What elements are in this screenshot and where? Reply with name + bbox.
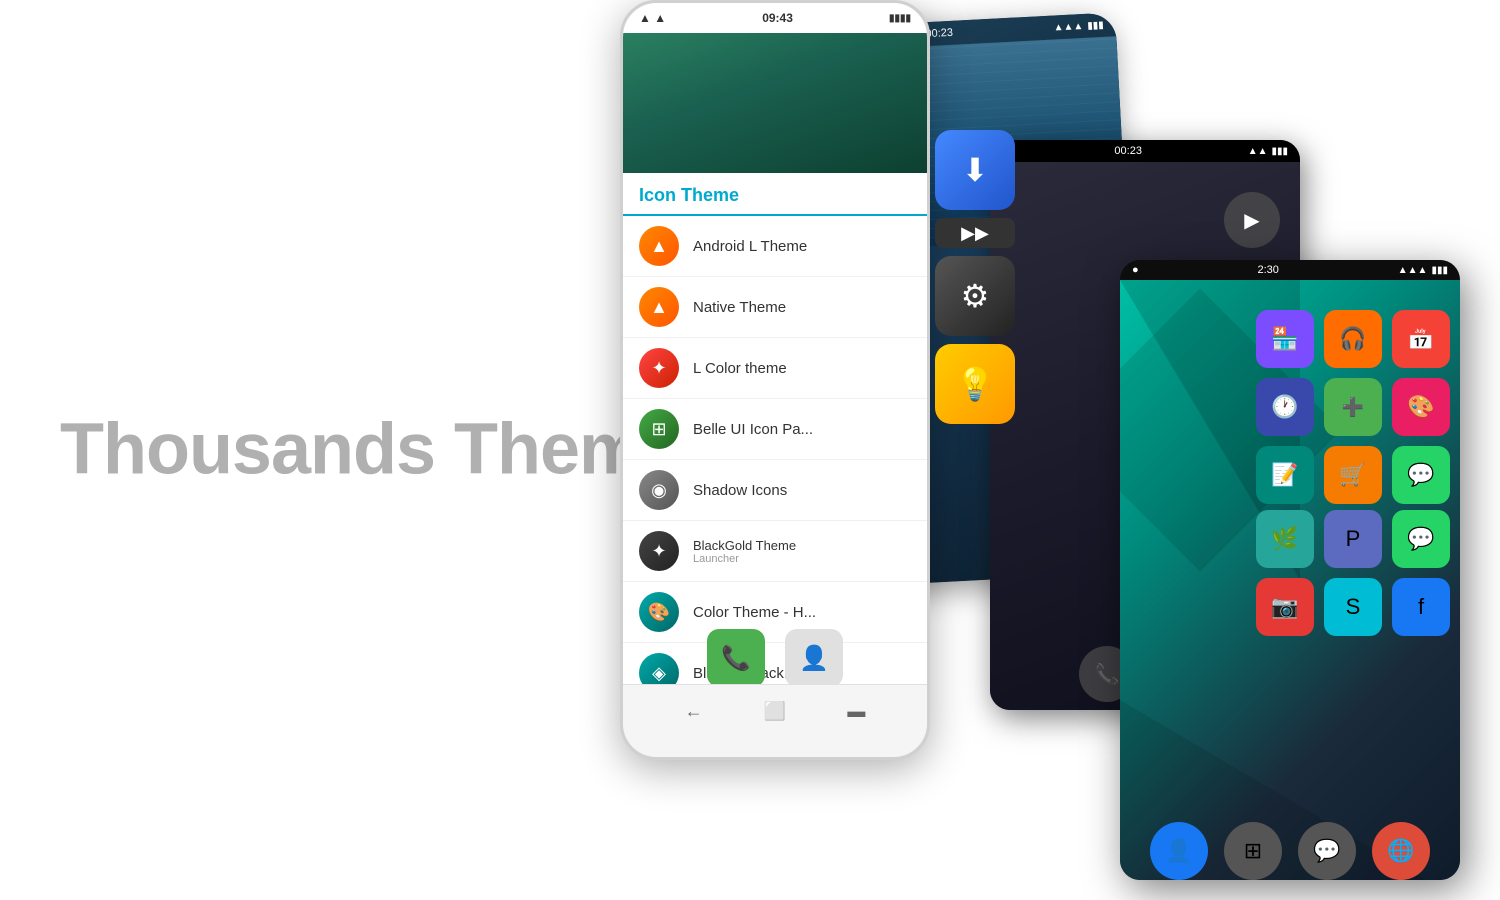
bottom-apps-drawer[interactable]: ⊞ xyxy=(1224,822,1282,880)
grid-app-shop[interactable]: 🛒 xyxy=(1324,446,1382,504)
phone4-time: 2:30 xyxy=(1258,264,1279,276)
color-theme-symbol: 🎨 xyxy=(648,602,670,623)
grid-app-wa[interactable]: 💬 xyxy=(1392,510,1450,568)
phone2-inner: ▲ ▲ 09:43 ▮▮▮▮ Icon Theme ▲ Android L Th… xyxy=(623,3,927,757)
bottom-messages[interactable]: 💬 xyxy=(1298,822,1356,880)
list-item[interactable]: ◉ Shadow Icons xyxy=(623,460,927,521)
download-float-icon: ⬇ xyxy=(935,130,1015,210)
phone2-navbar: ← ⬜ ▬ xyxy=(623,684,927,737)
phone2-battery-icon: ▮▮▮▮ xyxy=(889,13,911,24)
app-list: Icon Theme ▲ Android L Theme ▲ Native Th… xyxy=(623,173,927,704)
back-nav-icon[interactable]: ← xyxy=(680,697,708,725)
grid-app-store[interactable]: 🏪 xyxy=(1256,310,1314,368)
color-theme-label: Color Theme - H... xyxy=(693,604,816,621)
phone1-battery: ▮▮▮ xyxy=(1087,19,1104,31)
grid-app-evernote2[interactable]: 🌿 xyxy=(1256,510,1314,568)
phone1-signal: ▲▲▲ xyxy=(1053,20,1083,33)
belle-ui-label: Belle UI Icon Pa... xyxy=(693,421,813,438)
phone2-dock: 📞 👤 xyxy=(623,629,927,687)
home-nav-icon[interactable]: ⬜ xyxy=(761,697,789,725)
phone2-time: 09:43 xyxy=(762,11,793,25)
phone4-bottom-dock: 👤 ⊞ 💬 🌐 xyxy=(1120,812,1460,880)
float-icons-group: ⬇ ▶▶ ⚙ 💡 xyxy=(935,130,1015,424)
phone4-battery: ▮▮▮ xyxy=(1431,265,1448,276)
grid-app-headphone[interactable]: 🎧 xyxy=(1324,310,1382,368)
icon-theme-label: Icon Theme xyxy=(639,185,739,205)
android-l-theme-label: Android L Theme xyxy=(693,238,807,255)
native-theme-icon: ▲ xyxy=(639,287,679,327)
blackgold-sublabel: Launcher xyxy=(693,553,796,565)
phone2-status-icons: ▮▮▮▮ xyxy=(889,13,911,24)
grid-app-p[interactable]: P xyxy=(1324,510,1382,568)
grid-app-calc[interactable]: ➕ xyxy=(1324,378,1382,436)
l-color-icon-symbol: ✦ xyxy=(651,358,666,379)
phone4-status-bar: ● 2:30 ▲▲▲ ▮▮▮ xyxy=(1120,260,1460,280)
phone4-dot: ● xyxy=(1132,264,1139,276)
phone4-wifi: ▲▲▲ xyxy=(1398,265,1428,276)
blackgold-icon: ✦ xyxy=(639,531,679,571)
play-circle-btn[interactable]: ▶ xyxy=(1224,192,1280,248)
phone3-battery: ▮▮▮ xyxy=(1271,146,1288,157)
phone2-status-bar: ▲ ▲ 09:43 ▮▮▮▮ xyxy=(623,3,927,33)
grid-app-evernote[interactable]: 📝 xyxy=(1256,446,1314,504)
l-color-icon: ✦ xyxy=(639,348,679,388)
settings-float-icon: ⚙ xyxy=(935,256,1015,336)
phone-dock-icon: 📞 xyxy=(707,629,765,687)
app-list-header: Icon Theme xyxy=(623,173,927,216)
phone3-time: 00:23 xyxy=(1114,145,1142,157)
phone4-device: ● 2:30 ▲▲▲ ▮▮▮ 🏪 🎧 📅 🕐 ➕ 🎨 📝 🛒 💬 xyxy=(1120,260,1460,880)
color-theme-icon: 🎨 xyxy=(639,592,679,632)
recent-nav-icon[interactable]: ▬ xyxy=(842,697,870,725)
grid-app-fb[interactable]: f xyxy=(1392,578,1450,636)
belle-ui-icon-symbol: ⊞ xyxy=(651,419,666,440)
phone2-device: ▲ ▲ 09:43 ▮▮▮▮ Icon Theme ▲ Android L Th… xyxy=(620,0,930,760)
phone3-wifi: ▲▲ xyxy=(1248,146,1268,157)
belle-ui-icon: ⊞ xyxy=(639,409,679,449)
android-l-icon-symbol: ▲ xyxy=(650,236,668,257)
phone3-status-icons: ▲▲ ▮▮▮ xyxy=(1248,145,1288,157)
list-item[interactable]: ⊞ Belle UI Icon Pa... xyxy=(623,399,927,460)
phone4-wallpaper: 🏪 🎧 📅 🕐 ➕ 🎨 📝 🛒 💬 🌿 P 💬 📷 S f xyxy=(1120,280,1460,880)
contacts-dock-icon: 👤 xyxy=(785,629,843,687)
grid-app-whatsapp[interactable]: 💬 xyxy=(1392,446,1450,504)
l-color-theme-label: L Color theme xyxy=(693,360,787,377)
bulb-float-icon: 💡 xyxy=(935,344,1015,424)
phone2-signal-wifi: ▲ ▲ xyxy=(639,11,666,25)
arrow-row-icon: ▶▶ xyxy=(935,218,1015,248)
blackgold-icon-symbol: ✦ xyxy=(651,541,666,562)
native-theme-label: Native Theme xyxy=(693,299,786,316)
list-item[interactable]: ✦ BlackGold Theme Launcher xyxy=(623,521,927,582)
phone1-status-icons: ▲▲▲ ▮▮▮ xyxy=(1053,19,1104,33)
shadow-icons-label: Shadow Icons xyxy=(693,482,787,499)
bottom-contacts[interactable]: 👤 xyxy=(1150,822,1208,880)
phones-container: ● 00:23 ▲▲▲ ▮▮▮ ▲ ▲ 09:43 ▮▮▮▮ xyxy=(600,0,1500,900)
phone2-wallpaper xyxy=(623,33,927,173)
bottom-chrome[interactable]: 🌐 xyxy=(1372,822,1430,880)
shadow-icons-icon: ◉ xyxy=(639,470,679,510)
android-l-icon: ▲ xyxy=(639,226,679,266)
list-item[interactable]: ▲ Android L Theme xyxy=(623,216,927,277)
native-theme-icon-symbol: ▲ xyxy=(650,297,668,318)
shadow-icons-symbol: ◉ xyxy=(651,480,667,501)
list-item[interactable]: ▲ Native Theme xyxy=(623,277,927,338)
hero-title: Thousands Theme xyxy=(60,410,681,489)
grid-app-clock[interactable]: 🕐 xyxy=(1256,378,1314,436)
grid-app-insta[interactable]: 📷 xyxy=(1256,578,1314,636)
app-grid-row2: 🌿 P 💬 📷 S f xyxy=(1256,510,1450,636)
app-grid: 🏪 🎧 📅 🕐 ➕ 🎨 📝 🛒 💬 xyxy=(1256,310,1450,504)
grid-app-calendar[interactable]: 📅 xyxy=(1392,310,1450,368)
list-item[interactable]: ✦ L Color theme xyxy=(623,338,927,399)
grid-app-skype[interactable]: S xyxy=(1324,578,1382,636)
blackgold-label: BlackGold Theme xyxy=(693,538,796,553)
grid-app-camera[interactable]: 🎨 xyxy=(1392,378,1450,436)
phone4-status-icons: ▲▲▲ ▮▮▮ xyxy=(1398,264,1448,276)
phone3-status-bar: ● 00:23 ▲▲ ▮▮▮ xyxy=(990,140,1300,162)
